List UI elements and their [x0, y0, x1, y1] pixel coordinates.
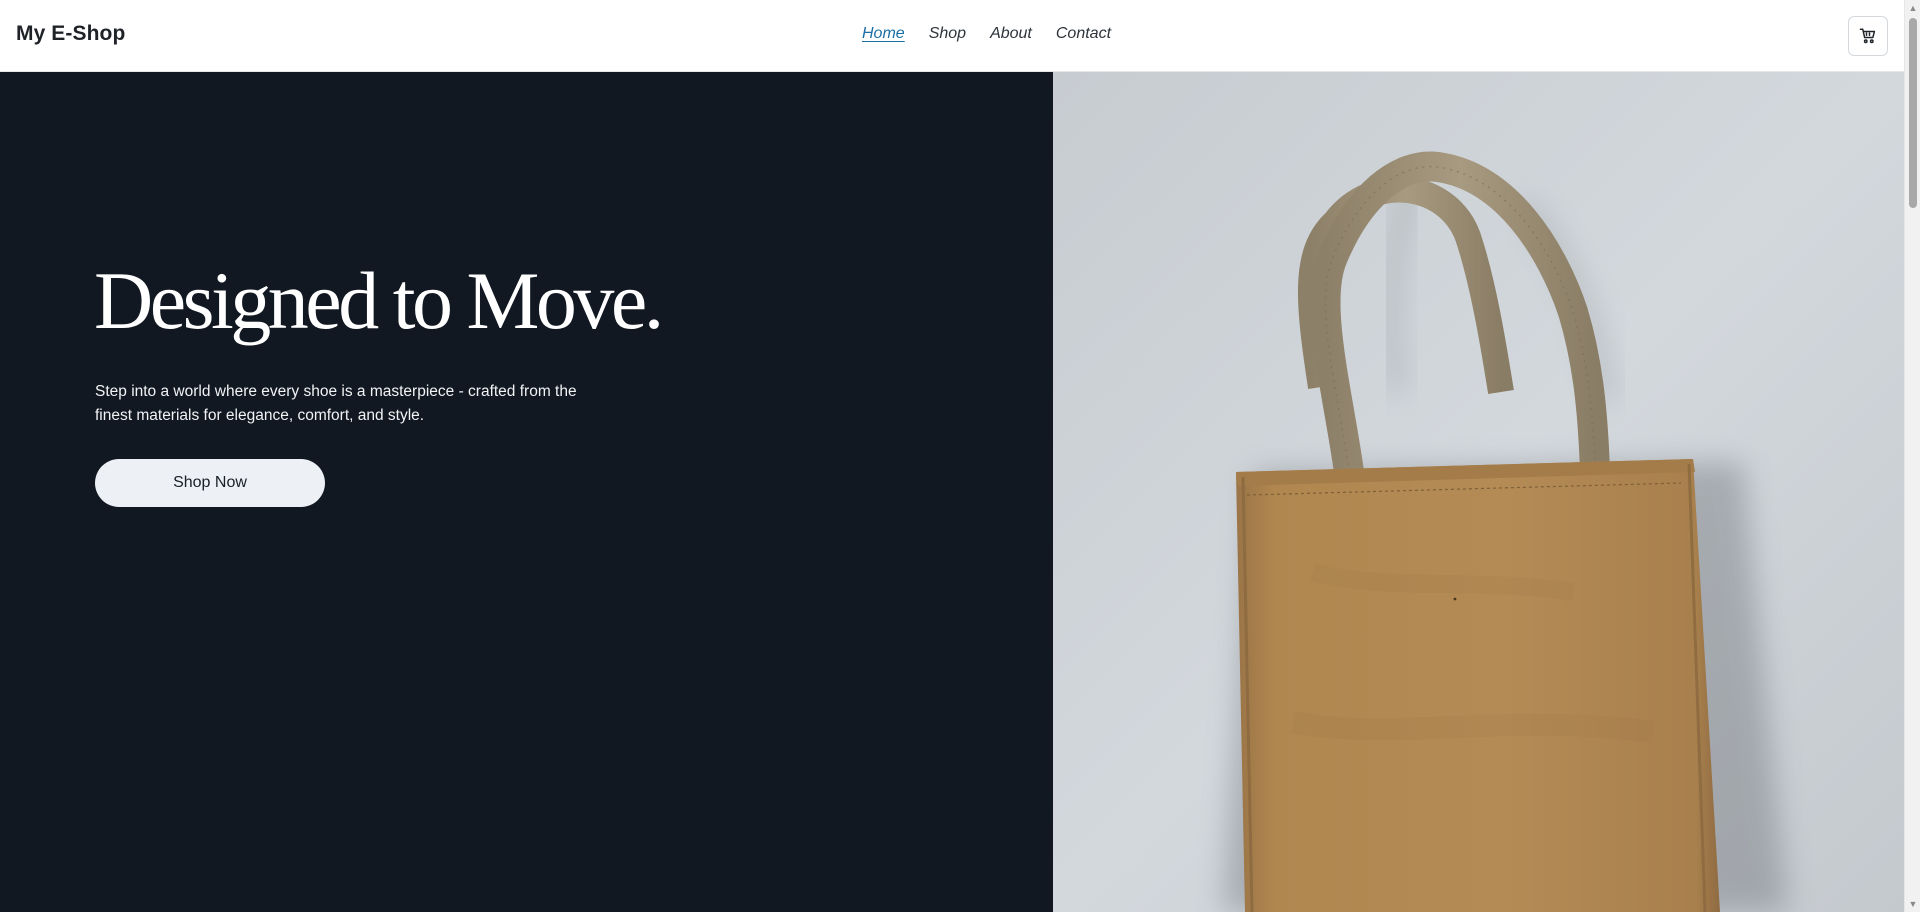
hero-text-panel: Designed to Move. Step into a world wher… [0, 72, 1053, 912]
page-scrollbar[interactable]: ▲ ▼ [1904, 0, 1920, 912]
scroll-down-arrow-icon[interactable]: ▼ [1905, 896, 1920, 912]
shop-now-button[interactable]: Shop Now [95, 459, 325, 507]
scrollbar-thumb[interactable] [1909, 18, 1917, 208]
nav-link-home[interactable]: Home [862, 25, 905, 43]
scroll-up-arrow-icon[interactable]: ▲ [1905, 0, 1920, 16]
nav-link-about[interactable]: About [990, 25, 1032, 43]
hero-title: Designed to Move. [94, 255, 664, 346]
hero-image [1053, 72, 1904, 912]
tote-bag-image [1053, 72, 1904, 912]
nav-link-contact[interactable]: Contact [1056, 25, 1111, 43]
nav-link-shop[interactable]: Shop [929, 25, 966, 43]
shopping-cart-icon [1859, 28, 1876, 44]
main-nav: Home Shop About Contact [862, 25, 1111, 43]
site-header: My E-Shop Home Shop About Contact [0, 0, 1904, 72]
site-logo[interactable]: My E-Shop [16, 22, 125, 46]
hero-subtitle: Step into a world where every shoe is a … [95, 383, 577, 424]
cart-button[interactable] [1848, 16, 1888, 56]
page: My E-Shop Home Shop About Contact Design… [0, 0, 1920, 912]
